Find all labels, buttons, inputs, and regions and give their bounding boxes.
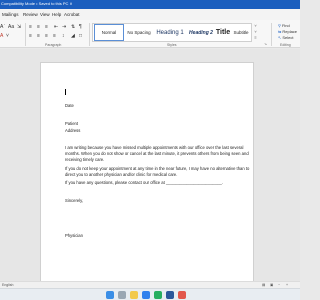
clear-formatting-icon[interactable]: ⇲ <box>17 25 21 30</box>
word-icon[interactable] <box>166 291 174 299</box>
shading-icon[interactable]: ◢ <box>71 34 75 39</box>
style-normal-label: Normal <box>101 30 117 35</box>
borders-icon[interactable]: □ <box>79 34 82 39</box>
replace-icon: ⇆ <box>278 29 282 34</box>
signature-line: Physician <box>65 233 83 238</box>
style-no-spacing[interactable]: No Spacing <box>125 24 153 41</box>
tab-view[interactable]: View <box>40 12 50 17</box>
numbering-icon[interactable]: ≡ <box>37 25 40 30</box>
body-line-1: I am writing because you have missed mul… <box>65 145 244 150</box>
styles-group-label: Styles <box>167 43 177 47</box>
select-label: Select <box>282 35 294 40</box>
select-icon: ↖ <box>278 35 282 40</box>
style-heading-1[interactable]: Heading 1 <box>154 24 186 41</box>
zoom-out-icon[interactable]: − <box>278 283 280 287</box>
group-divider <box>89 23 90 46</box>
closing-line: Sincerely, <box>65 198 84 203</box>
read-mode-icon[interactable]: ▤ <box>262 283 265 287</box>
line-spacing-icon[interactable]: ↕ <box>62 34 65 39</box>
style-title-label: Title <box>215 29 231 36</box>
status-bar: English ▤ ▣ − + <box>0 281 300 288</box>
group-divider <box>271 23 272 46</box>
style-heading-2[interactable]: Heading 2 <box>186 24 216 41</box>
editing-group-label: Editing <box>280 43 291 47</box>
body-line-2: months. When you do not show or cancel a… <box>65 151 249 156</box>
justify-icon[interactable]: ≡ <box>53 34 56 39</box>
body-line-6: If you have any questions, please contac… <box>65 180 224 185</box>
more-styles-icon[interactable]: ≡ <box>253 35 258 41</box>
bullets-icon[interactable]: ≡ <box>29 25 32 30</box>
style-subtitle[interactable]: Subtitle <box>230 24 252 41</box>
acrobat-icon[interactable] <box>178 291 186 299</box>
zoom-in-icon[interactable]: + <box>286 283 288 287</box>
date-line: Date <box>65 103 74 108</box>
style-no-spacing-label: No Spacing <box>127 30 151 35</box>
align-center-icon[interactable]: ≡ <box>37 34 40 39</box>
paragraph-group-label: Paragraph <box>45 43 62 47</box>
taskbar <box>0 288 300 300</box>
body-line-3: receiving timely care. <box>65 157 105 162</box>
increase-indent-icon[interactable]: ⇥ <box>62 25 66 30</box>
style-heading-2-label: Heading 2 <box>189 29 213 36</box>
tab-help[interactable]: Help <box>52 12 61 17</box>
find-label: Find <box>281 23 290 28</box>
file-explorer-icon[interactable] <box>130 291 138 299</box>
edge-icon[interactable] <box>142 291 150 299</box>
tab-acrobat[interactable]: Acrobat <box>64 12 80 17</box>
chevron-down-icon[interactable]: ˅ <box>6 34 9 39</box>
search-icon: ⚲ <box>278 23 281 28</box>
word-window: Compatibility Mode • Saved to this PC ∨ … <box>0 0 300 300</box>
tab-review[interactable]: Review <box>23 12 38 17</box>
change-case-button[interactable]: Aa <box>8 25 14 30</box>
style-title[interactable]: Title <box>216 24 230 41</box>
styles-scroll[interactable]: ˅ ˅ ≡ <box>253 23 258 42</box>
tab-mailings[interactable]: Mailings <box>2 12 19 17</box>
style-subtitle-label: Subtitle <box>233 30 249 35</box>
window-title: Compatibility Mode • Saved to this PC ∨ <box>1 1 73 6</box>
style-normal[interactable]: Normal <box>94 24 124 41</box>
styles-gallery: Normal No Spacing Heading 1 Heading 2 Ti… <box>92 23 252 42</box>
align-left-icon[interactable]: ≡ <box>29 34 32 39</box>
font-color-button[interactable]: A <box>0 34 3 39</box>
show-formatting-icon[interactable]: ¶ <box>79 25 82 30</box>
body-line-5: direct you to another physician and/or c… <box>65 172 178 177</box>
patient-line: Patient <box>65 121 79 126</box>
multilevel-list-icon[interactable]: ≡ <box>45 25 48 30</box>
group-divider <box>25 23 26 46</box>
ribbon: Aˈ Aa ⇲ A ˅ ≡ ≡ ≡ ⇤ ⇥ ⇅ ¶ ≡ ≡ ≡ ≡ ↕ ◢ □ … <box>0 20 300 48</box>
ribbon-tabs: Mailings Review View Help Acrobat <box>0 9 300 20</box>
body-line-4: If you do not keep your appointment at a… <box>65 166 250 171</box>
document-page[interactable]: Date Patient Address I am writing becaus… <box>40 62 254 284</box>
search-icon[interactable] <box>118 291 126 299</box>
sort-icon[interactable]: ⇅ <box>71 25 75 30</box>
find-button[interactable]: ⚲Find <box>278 23 290 28</box>
replace-label: Replace <box>282 29 298 34</box>
print-layout-icon[interactable]: ▣ <box>270 283 273 287</box>
store-icon[interactable] <box>154 291 162 299</box>
replace-button[interactable]: ⇆Replace <box>278 29 297 34</box>
select-button[interactable]: ↖Select <box>278 35 293 40</box>
document-canvas: Date Patient Address I am writing becaus… <box>0 49 300 284</box>
text-cursor <box>65 89 66 95</box>
grow-font-button[interactable]: Aˈ <box>0 25 5 30</box>
decrease-indent-icon[interactable]: ⇤ <box>54 25 58 30</box>
address-line: Address <box>65 128 81 133</box>
language-indicator[interactable]: English <box>2 283 13 287</box>
styles-dialog-launcher-icon[interactable]: ↘ <box>264 42 267 47</box>
style-heading-1-label: Heading 1 <box>156 29 184 36</box>
align-right-icon[interactable]: ≡ <box>45 34 48 39</box>
title-bar: Compatibility Mode • Saved to this PC ∨ <box>0 0 300 9</box>
start-icon[interactable] <box>106 291 114 299</box>
